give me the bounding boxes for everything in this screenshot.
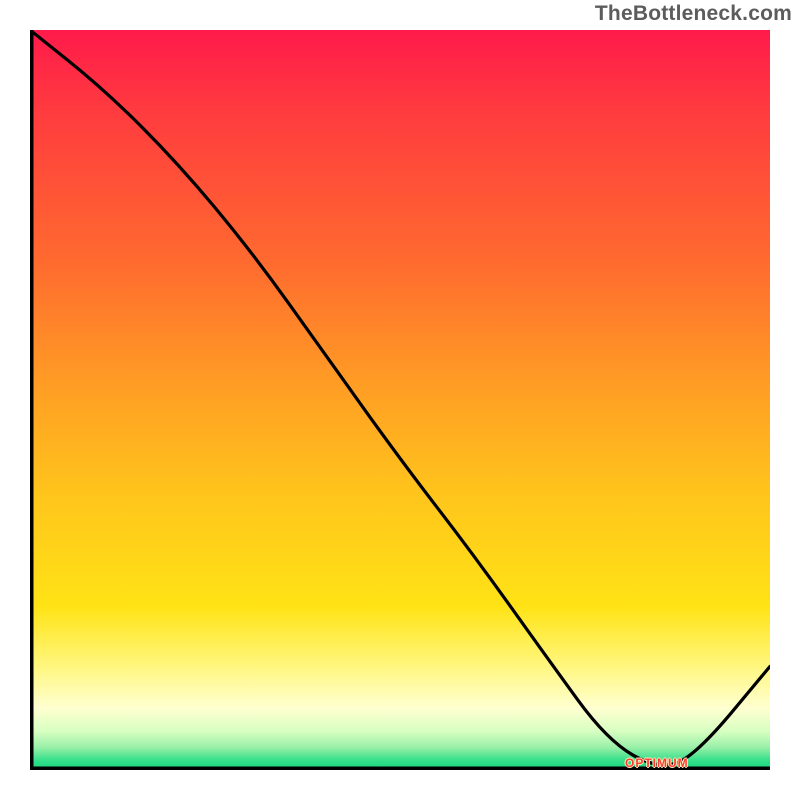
gradient-upper: [30, 30, 770, 607]
chart-stage: TheBottleneck.com OPTIMUM: [0, 0, 800, 800]
optimum-marker: OPTIMUM: [625, 756, 689, 770]
watermark-text: TheBottleneck.com: [595, 2, 792, 26]
plot-area: OPTIMUM: [30, 30, 770, 770]
gradient-lower: [30, 607, 770, 770]
